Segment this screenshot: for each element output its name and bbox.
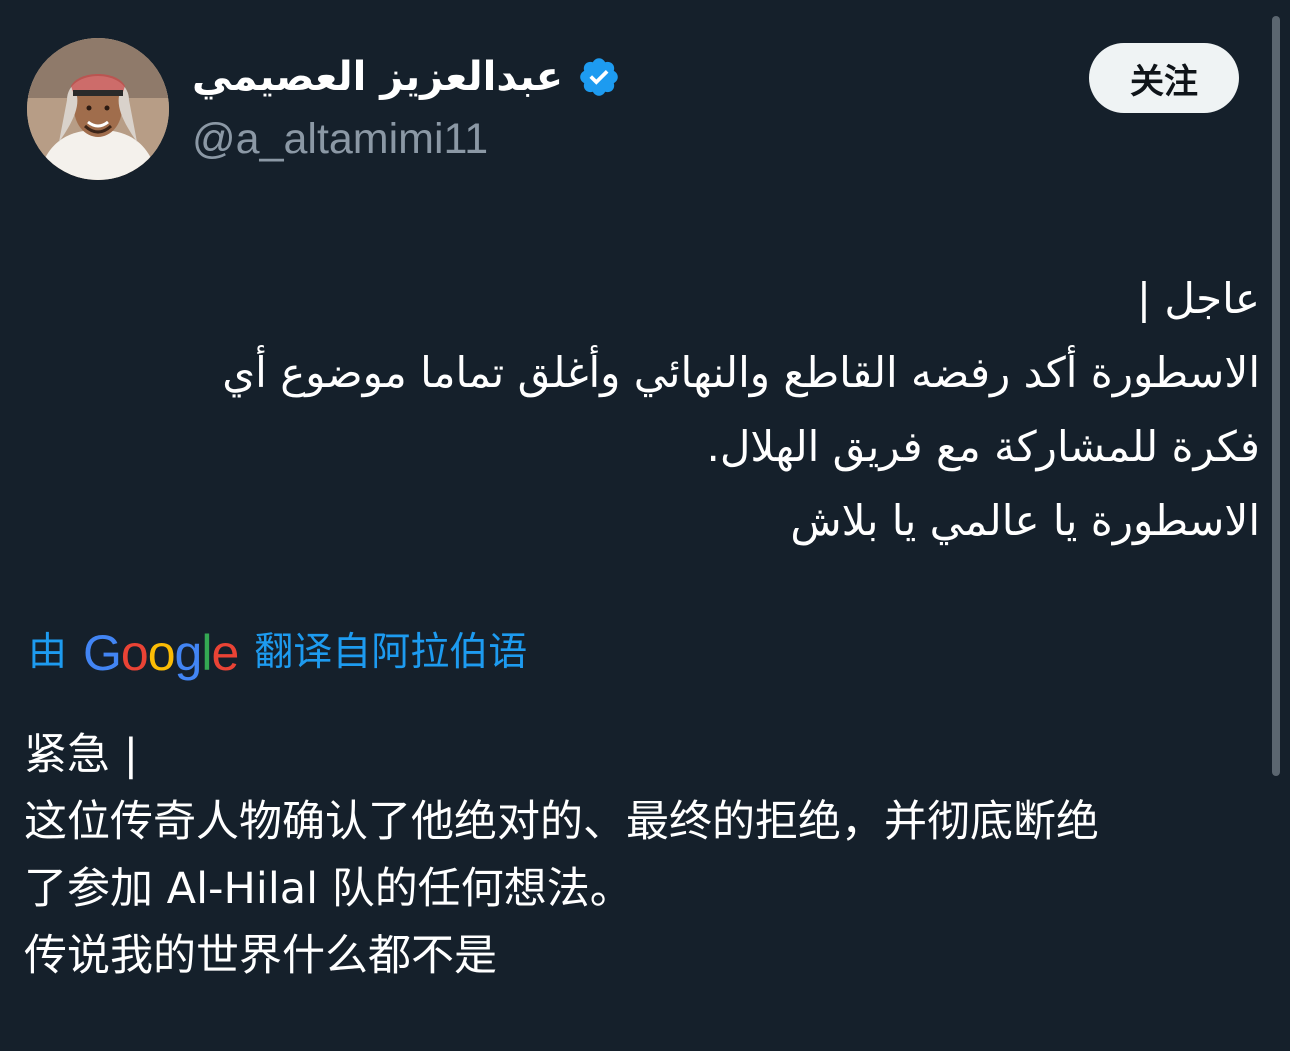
translated-by-label: 由	[28, 630, 68, 675]
scrollbar[interactable]	[1272, 16, 1280, 776]
translated-from-label: 翻译自阿拉伯语	[254, 630, 528, 675]
tweet-line: الاسطورة يا عالمي يا بلاش	[790, 496, 1260, 545]
tweet-text-original: عاجل | الاسطورة أكد رفضه القاطع والنهائي…	[20, 262, 1260, 558]
avatar-photo	[27, 38, 169, 180]
tweet-text-translated: 紧急 | 这位传奇人物确认了他绝对的、最终的拒绝，并彻底断绝 了参加 Al-Hi…	[24, 722, 1254, 990]
translated-line: 传说我的世界什么都不是	[24, 931, 497, 981]
tweet-line: فكرة للمشاركة مع فريق الهلال.	[706, 422, 1260, 471]
translated-line: 这位传奇人物确认了他绝对的、最终的拒绝，并彻底断绝	[24, 797, 1099, 847]
tweet-view: عبدالعزيز العصيمي @a_altamimi11 关注 عاجل …	[0, 0, 1290, 1051]
display-name[interactable]: عبدالعزيز العصيمي	[192, 50, 563, 104]
avatar[interactable]	[27, 38, 169, 180]
follow-button[interactable]: 关注	[1089, 43, 1239, 113]
tweet-line: عاجل |	[1136, 274, 1260, 323]
translation-attribution[interactable]: 由 Google 翻译自阿拉伯语	[28, 622, 527, 684]
tweet-line: الاسطورة أكد رفضه القاطع والنهائي وأغلق …	[222, 348, 1260, 397]
author-name-row[interactable]: عبدالعزيز العصيمي	[192, 50, 621, 104]
author-handle[interactable]: @a_altamimi11	[192, 114, 488, 164]
google-logo: Google	[83, 625, 239, 681]
translated-line: 了参加 Al-Hilal 队的任何想法。	[24, 864, 633, 914]
verified-badge-icon	[580, 58, 618, 96]
translated-line: 紧急 |	[24, 730, 139, 780]
